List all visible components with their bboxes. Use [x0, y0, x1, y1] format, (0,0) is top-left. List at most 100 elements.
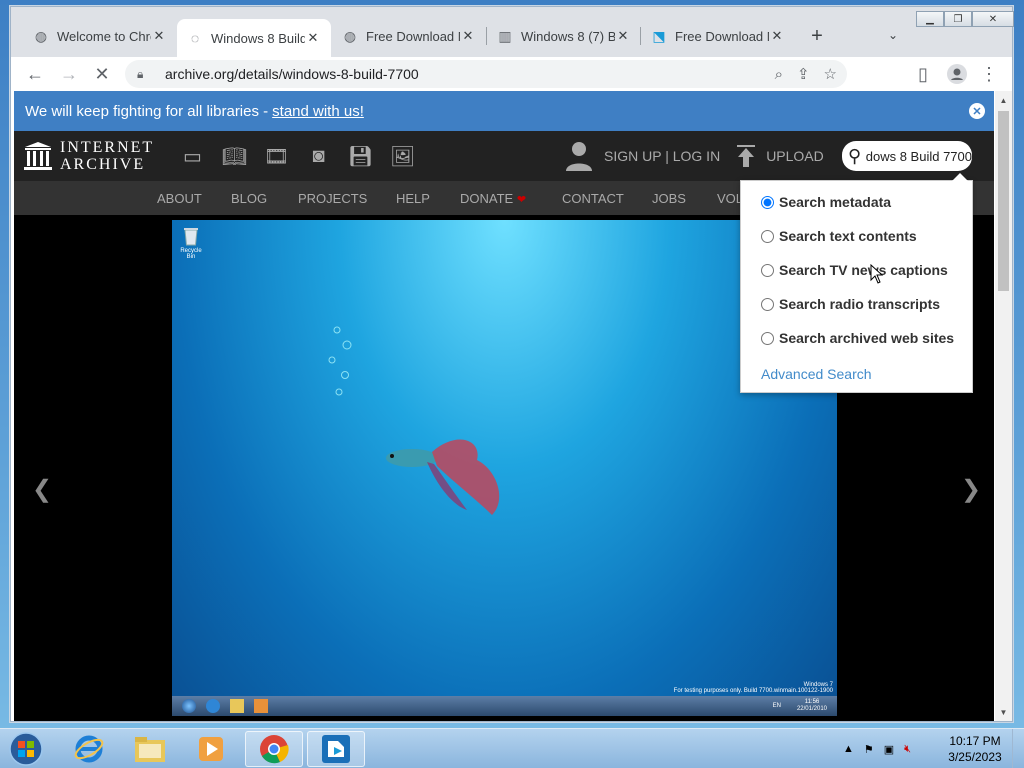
- bookmark-star-icon[interactable]: ☆: [824, 65, 837, 83]
- logo-line1: INTERNET: [60, 139, 155, 156]
- nav-contact[interactable]: CONTACT: [562, 191, 624, 206]
- explorer-taskbar-button[interactable]: [121, 731, 179, 767]
- option-search-web[interactable]: Search archived web sites: [761, 330, 954, 346]
- close-icon[interactable]: ✕: [769, 28, 785, 44]
- close-window-button[interactable]: ✕: [972, 11, 1014, 27]
- vertical-scrollbar[interactable]: ▲ ▼: [995, 91, 1012, 721]
- clock-date: 3/25/2023: [948, 750, 1002, 764]
- taskbar-clock[interactable]: 10:17 PM 3/25/2023: [945, 733, 1005, 765]
- betta-fish-graphic: [386, 439, 500, 515]
- web-icon[interactable]: ▭: [180, 144, 205, 168]
- new-tab-button[interactable]: +: [805, 24, 829, 48]
- software-disk-icon[interactable]: 💾︎: [348, 144, 373, 168]
- back-arrow-icon[interactable]: ←: [23, 62, 47, 86]
- maximize-button[interactable]: ❐: [944, 11, 972, 27]
- forward-arrow-icon[interactable]: →: [57, 62, 81, 86]
- option-search-radio[interactable]: Search radio transcripts: [761, 296, 940, 312]
- upload-link[interactable]: UPLOAD: [766, 148, 824, 164]
- archive-icon: ▥: [498, 27, 512, 44]
- audio-speaker-icon[interactable]: ◙: [306, 144, 331, 168]
- donation-banner: We will keep fighting for all libraries …: [14, 91, 994, 131]
- loading-spinner-icon: ◌: [190, 30, 200, 46]
- signup-login-link[interactable]: SIGN UP | LOG IN: [604, 148, 720, 164]
- preview-time: 11:56: [804, 699, 820, 705]
- profile-avatar-icon[interactable]: [945, 62, 969, 86]
- system-tray: ▲ ⚑ ▣ 🔇︎: [843, 729, 911, 768]
- upload-icon[interactable]: [736, 145, 756, 167]
- close-icon[interactable]: ✕: [615, 28, 631, 44]
- option-search-text[interactable]: Search text contents: [761, 228, 917, 244]
- tab-free-download-2[interactable]: ⬔ Free Download M ✕: [641, 19, 795, 53]
- tab-label: Welcome to Chro: [57, 28, 151, 44]
- nav-donate[interactable]: DONATE ❤: [460, 191, 526, 206]
- lock-icon[interactable]: 🔒︎: [137, 67, 151, 82]
- radio-text[interactable]: [761, 229, 774, 243]
- minimize-button[interactable]: ▁: [916, 11, 944, 27]
- nav-jobs[interactable]: JOBS: [652, 191, 686, 206]
- network-icon[interactable]: ▣: [884, 743, 894, 756]
- option-search-tv[interactable]: Search TV news captions: [761, 262, 948, 278]
- tray-expand-icon[interactable]: ▲: [843, 743, 854, 755]
- texts-book-icon[interactable]: 📖︎: [222, 144, 247, 168]
- scroll-down-icon[interactable]: ▼: [995, 705, 1012, 719]
- scroll-up-icon[interactable]: ▲: [995, 93, 1012, 107]
- nav-help[interactable]: HELP: [396, 191, 430, 206]
- ia-header: INTERNET ARCHIVE ▭ 📖︎ 🎞︎ ◙ 💾︎ 🖼︎ SIGN UP…: [14, 131, 994, 181]
- user-icon[interactable]: [566, 141, 592, 171]
- address-bar[interactable]: 🔒︎ archive.org/details/windows-8-build-7…: [125, 60, 847, 88]
- action-center-flag-icon[interactable]: ⚑: [864, 743, 874, 756]
- radio-web[interactable]: [761, 331, 774, 345]
- ia-logo[interactable]: INTERNET ARCHIVE: [24, 139, 154, 173]
- tab-windows8-build[interactable]: ◌ Windows 8 Build ✕: [177, 19, 331, 57]
- tab-windows8-7[interactable]: ▥ Windows 8 (7) Bu ✕: [487, 19, 641, 53]
- media-player-taskbar-button[interactable]: [182, 731, 240, 767]
- show-desktop-button[interactable]: [1012, 729, 1024, 768]
- ia-search-box[interactable]: ⚲: [842, 141, 972, 171]
- scrollbar-thumb[interactable]: [998, 111, 1009, 291]
- prev-arrow-icon[interactable]: ❮: [32, 475, 52, 504]
- banner-link[interactable]: stand with us!: [272, 103, 364, 120]
- search-icon[interactable]: ⚲: [848, 146, 866, 167]
- option-label: Search radio transcripts: [779, 296, 941, 312]
- zoom-search-icon[interactable]: ⌕: [775, 66, 783, 83]
- next-arrow-icon[interactable]: ❯: [961, 475, 981, 504]
- nav-blog[interactable]: BLOG: [231, 191, 267, 206]
- clock-time: 10:17 PM: [949, 734, 1001, 748]
- start-orb-icon[interactable]: [6, 730, 46, 768]
- download-manager-taskbar-button[interactable]: [307, 731, 365, 767]
- preview-folder-icon: [230, 699, 244, 713]
- option-search-metadata[interactable]: Search metadata: [761, 194, 891, 210]
- radio-metadata[interactable]: [761, 195, 774, 209]
- nav-projects[interactable]: PROJECTS: [298, 191, 367, 206]
- share-icon[interactable]: ⇪: [797, 65, 810, 83]
- menu-kebab-icon[interactable]: ⋮: [977, 62, 1001, 86]
- stop-loading-icon[interactable]: ✕: [90, 62, 114, 86]
- search-input[interactable]: [866, 148, 972, 164]
- folder-icon: [135, 737, 165, 762]
- tab-welcome[interactable]: ◍ Welcome to Chro ✕: [23, 19, 177, 53]
- side-panel-icon[interactable]: ▯: [911, 62, 935, 86]
- banner-close-icon[interactable]: ✕: [969, 103, 985, 119]
- close-icon[interactable]: ✕: [460, 28, 476, 44]
- volume-muted-icon[interactable]: 🔇︎: [904, 743, 911, 756]
- close-icon[interactable]: ✕: [151, 28, 167, 44]
- radio-tv[interactable]: [761, 263, 774, 277]
- tab-free-download-1[interactable]: ◍ Free Download M ✕: [332, 19, 486, 53]
- advanced-search-link[interactable]: Advanced Search: [761, 366, 872, 382]
- option-label: Search TV news captions: [779, 262, 948, 278]
- tab-search-icon[interactable]: ⌄: [883, 25, 903, 45]
- close-icon[interactable]: ✕: [305, 30, 321, 46]
- images-icon[interactable]: 🖼︎: [390, 144, 415, 168]
- radio-radio[interactable]: [761, 297, 774, 311]
- chrome-taskbar-button[interactable]: [245, 731, 303, 767]
- search-options-dropdown: Search metadata Search text contents Sea…: [740, 173, 973, 393]
- ie-taskbar-button[interactable]: [60, 731, 118, 767]
- chrome-icon: [260, 735, 289, 764]
- nav-about[interactable]: ABOUT: [157, 191, 202, 206]
- download-manager-icon: [322, 735, 350, 763]
- build-note: For testing purposes only. Build 7700.wi…: [673, 688, 833, 694]
- option-label: Search archived web sites: [779, 330, 955, 346]
- video-film-icon[interactable]: 🎞︎: [264, 144, 289, 168]
- preview-clock: 11:56 22/01/2010: [797, 699, 827, 713]
- preview-date: 22/01/2010: [796, 706, 827, 712]
